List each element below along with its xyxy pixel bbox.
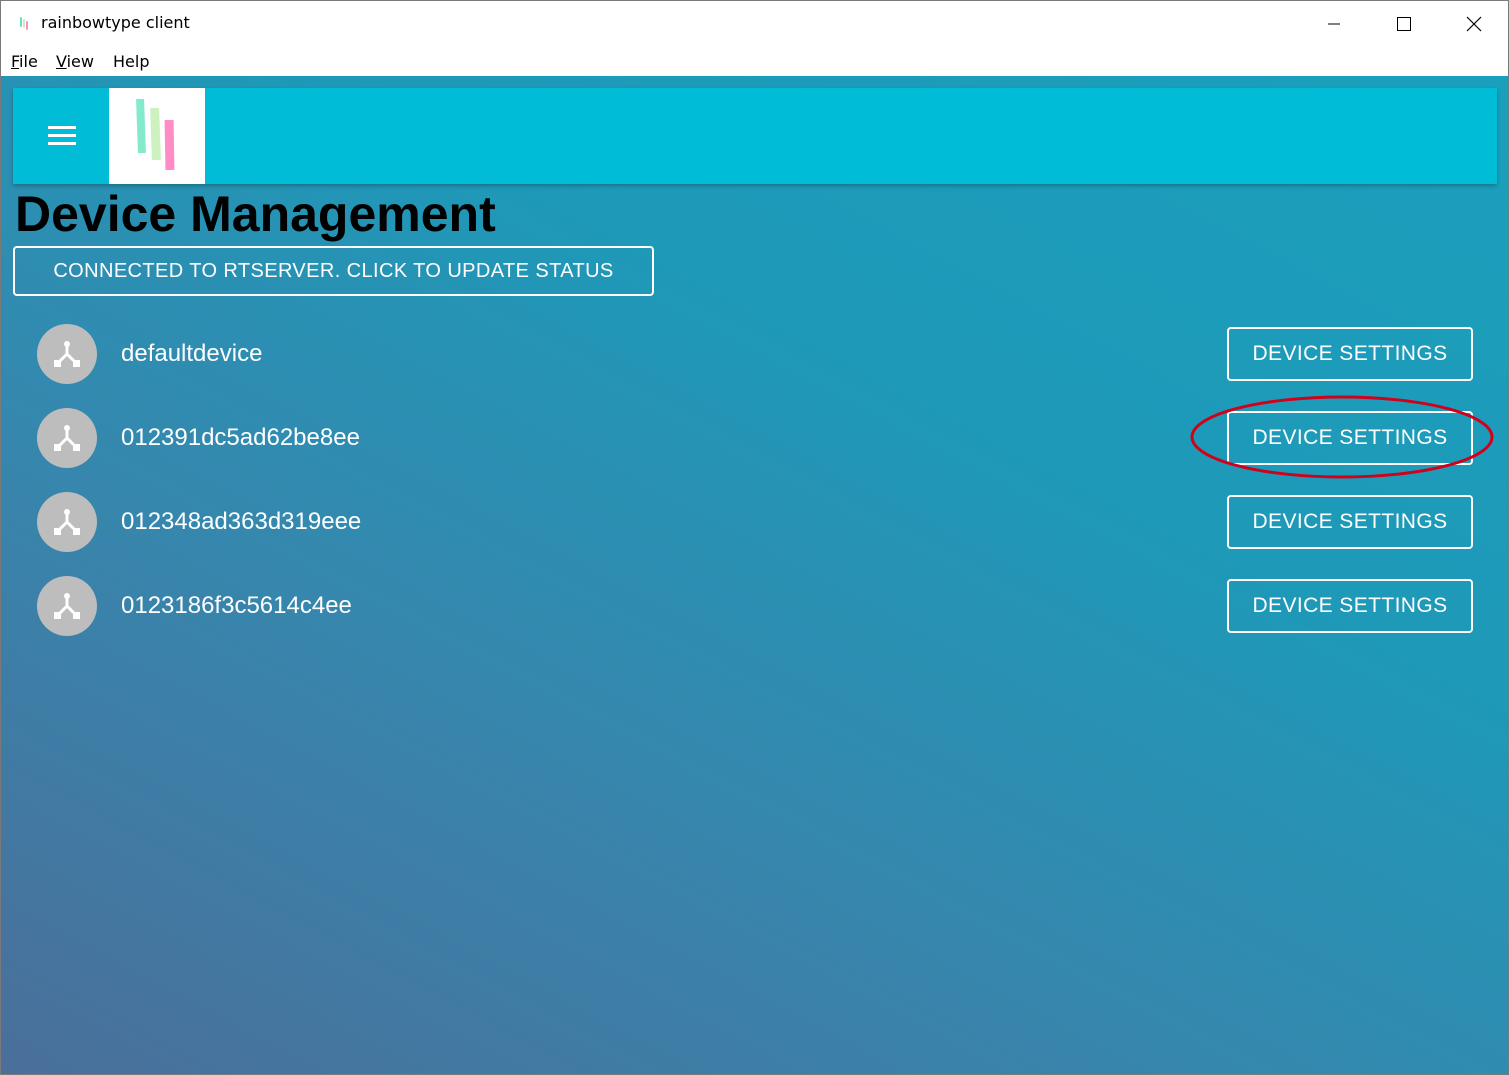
device-avatar bbox=[37, 408, 97, 468]
device-settings-button[interactable]: DEVICE SETTINGS bbox=[1227, 327, 1473, 381]
device-avatar bbox=[37, 576, 97, 636]
close-icon bbox=[1466, 16, 1482, 32]
device-row: 012391dc5ad62be8ee DEVICE SETTINGS bbox=[37, 408, 1475, 468]
rainbowtype-logo[interactable] bbox=[109, 88, 205, 184]
page-title: Device Management bbox=[15, 186, 496, 242]
device-name: 012391dc5ad62be8ee bbox=[121, 424, 360, 451]
device-settings-button[interactable]: DEVICE SETTINGS bbox=[1227, 495, 1473, 549]
close-button[interactable] bbox=[1439, 1, 1508, 47]
device-hub-icon bbox=[54, 341, 80, 367]
device-hub-icon bbox=[54, 425, 80, 451]
window-title: rainbowtype client bbox=[41, 13, 190, 32]
maximize-icon bbox=[1397, 17, 1411, 31]
title-bar[interactable]: rainbowtype client bbox=[1, 1, 1508, 47]
menu-view[interactable]: View bbox=[56, 52, 94, 71]
menu-help[interactable]: Help bbox=[113, 52, 149, 71]
minimize-button[interactable] bbox=[1299, 1, 1369, 47]
device-hub-icon bbox=[54, 593, 80, 619]
minimize-icon bbox=[1328, 23, 1340, 25]
device-avatar bbox=[37, 324, 97, 384]
device-name: 012348ad363d319eee bbox=[121, 508, 362, 535]
device-name: 0123186f3c5614c4ee bbox=[121, 592, 352, 619]
device-name: defaultdevice bbox=[121, 340, 263, 367]
hamburger-menu-icon[interactable] bbox=[48, 126, 76, 146]
app-content: Device Management CONNECTED TO RTSERVER.… bbox=[1, 76, 1508, 1074]
device-avatar bbox=[37, 492, 97, 552]
rainbowtype-logo-icon bbox=[19, 15, 29, 31]
menu-file[interactable]: File bbox=[11, 52, 38, 71]
device-hub-icon bbox=[54, 509, 80, 535]
logo-graphic bbox=[136, 98, 175, 171]
app-window: rainbowtype client File View Help Device… bbox=[0, 0, 1509, 1075]
device-settings-button[interactable]: DEVICE SETTINGS bbox=[1227, 411, 1473, 465]
server-status-button[interactable]: CONNECTED TO RTSERVER. CLICK TO UPDATE S… bbox=[13, 246, 654, 296]
device-row: defaultdevice DEVICE SETTINGS bbox=[37, 324, 1475, 384]
menu-bar: File View Help bbox=[1, 47, 1508, 76]
app-bar bbox=[13, 88, 1497, 184]
device-row: 012348ad363d319eee DEVICE SETTINGS bbox=[37, 492, 1475, 552]
maximize-button[interactable] bbox=[1369, 1, 1439, 47]
device-settings-button[interactable]: DEVICE SETTINGS bbox=[1227, 579, 1473, 633]
device-row: 0123186f3c5614c4ee DEVICE SETTINGS bbox=[37, 576, 1475, 636]
